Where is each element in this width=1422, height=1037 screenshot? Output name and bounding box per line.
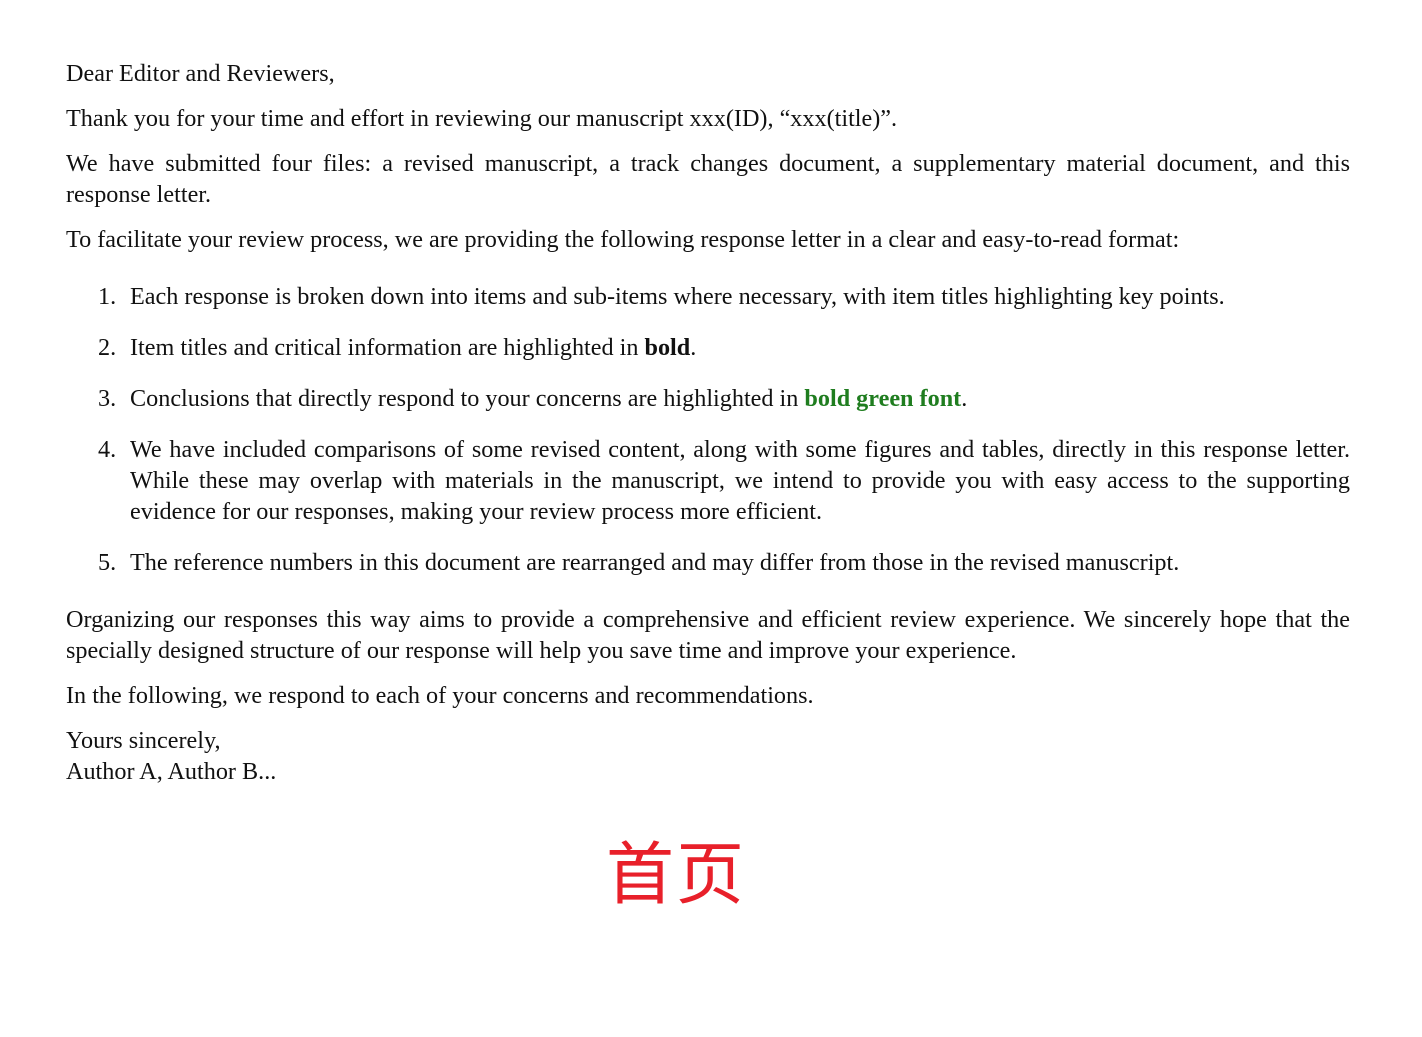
facilitate-paragraph: To facilitate your review process, we ar…	[66, 226, 1180, 253]
list-item: 4. We have included comparisons of some …	[66, 434, 1350, 527]
list-item-punct: .	[690, 334, 697, 361]
list-item-text: Each response is broken down into items …	[130, 283, 1225, 310]
greeting: Dear Editor and Reviewers,	[66, 60, 335, 87]
thanks-paragraph: Thank you for your time and effort in re…	[66, 105, 898, 132]
green-bold-example: bold green font	[804, 385, 962, 412]
list-item-number: 3.	[98, 385, 117, 412]
list-item-text: We have included comparisons of some rev…	[130, 436, 1350, 525]
organizing-paragraph: Organizing our responses this way aims t…	[66, 606, 1350, 664]
list-item: 3. Conclusions that directly respond to …	[66, 383, 1350, 414]
list-item-number: 4.	[98, 436, 117, 463]
page-label: 首页	[606, 836, 747, 915]
response-letter: Dear Editor and Reviewers, Thank you for…	[66, 58, 1350, 787]
list-item-text: Item titles and critical information are…	[130, 334, 645, 361]
list-item-text: Conclusions that directly respond to you…	[130, 385, 805, 412]
list-item-punct: .	[961, 385, 968, 412]
following-paragraph: In the following, we respond to each of …	[66, 682, 814, 709]
bold-example: bold	[644, 334, 691, 361]
list-item-number: 2.	[98, 334, 117, 361]
submitted-files-paragraph: We have submitted four files: a revised …	[66, 150, 1350, 208]
list-item: 1. Each response is broken down into ite…	[66, 281, 1350, 312]
list-item-number: 5.	[98, 549, 117, 576]
author-list: Author A, Author B...	[66, 758, 277, 785]
list-item-text: The reference numbers in this document a…	[130, 549, 1180, 576]
list-item: 2. Item titles and critical information …	[66, 332, 1350, 363]
list-item: 5. The reference numbers in this documen…	[66, 547, 1350, 578]
closing: Yours sincerely,	[66, 727, 221, 754]
format-list: 1. Each response is broken down into ite…	[66, 281, 1350, 578]
list-item-number: 1.	[98, 283, 117, 310]
